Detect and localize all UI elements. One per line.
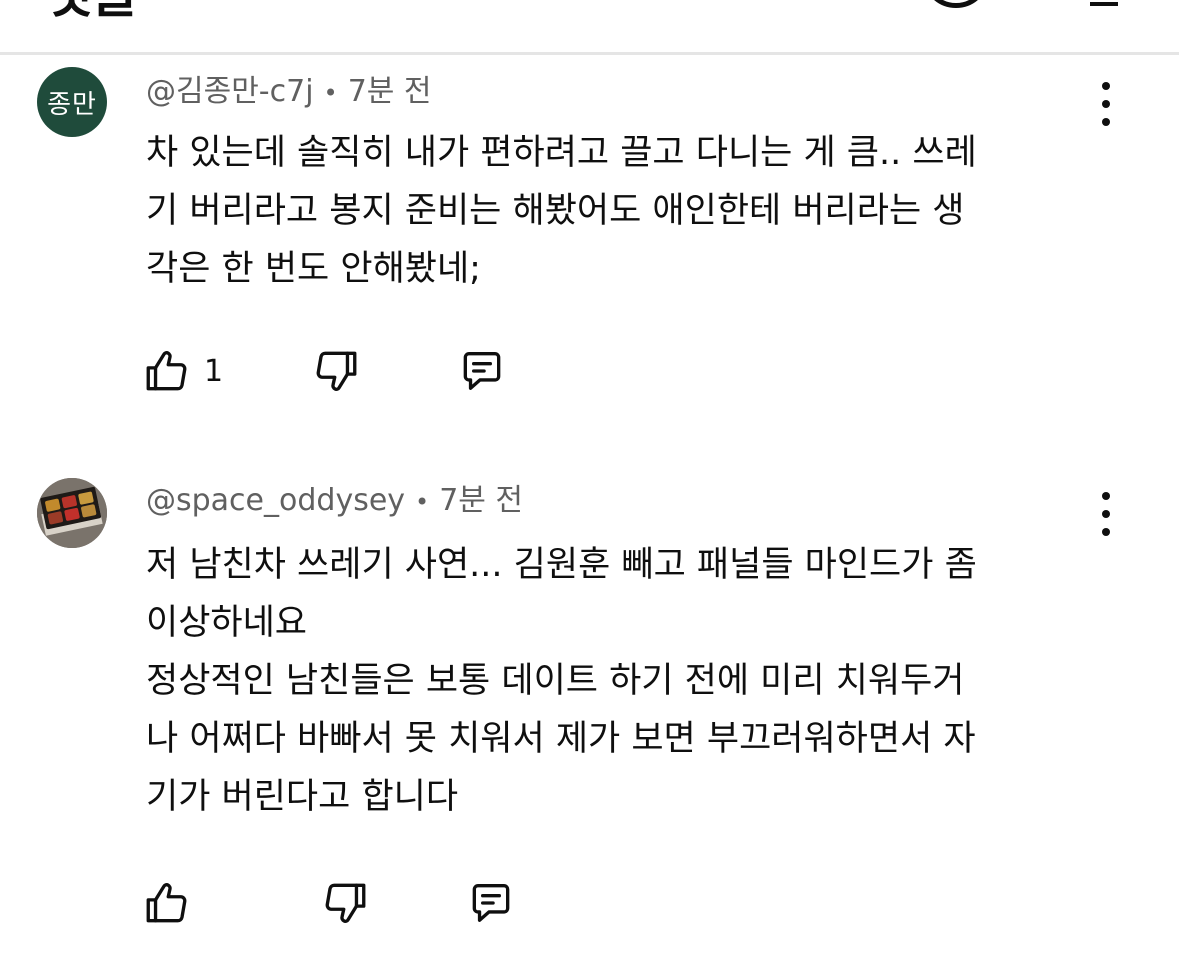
comment-actions: 1 — [142, 344, 507, 398]
thumbs-up-icon — [146, 351, 187, 391]
chocolate-box-image — [37, 478, 107, 548]
circle-icon[interactable] — [922, 0, 990, 8]
comment-author[interactable]: @space_oddysey — [146, 483, 405, 518]
reply-icon — [463, 352, 501, 390]
comment-time: 7분 전 — [347, 74, 432, 109]
like-button[interactable] — [142, 878, 204, 928]
dislike-button[interactable] — [311, 346, 361, 396]
thumbs-down-icon — [325, 883, 366, 923]
close-icon[interactable] — [1090, 0, 1118, 6]
like-button[interactable]: 1 — [142, 346, 223, 396]
avatar[interactable] — [37, 478, 107, 548]
comment-time: 7분 전 — [439, 483, 524, 518]
meta-separator: • — [415, 488, 430, 516]
more-vert-icon[interactable] — [1092, 82, 1120, 126]
comment-line: 저 남친차 쓰레기 사연... 김원훈 빼고 패널들 마인드가 좀 — [146, 545, 977, 585]
comment-meta: @김종만-c7j • 7분 전 — [146, 72, 432, 112]
comment-line: 기가 버린다고 합니다 — [146, 777, 459, 817]
reply-button[interactable] — [457, 346, 507, 396]
thumbs-down-icon — [316, 351, 357, 391]
comment-actions — [142, 876, 516, 930]
comment-text: 저 남친차 쓰레기 사연... 김원훈 빼고 패널들 마인드가 좀 이상하네요 … — [146, 536, 1086, 826]
comment-line: 차 있는데 솔직히 내가 편하려고 끌고 다니는 게 큼.. 쓰레 — [146, 133, 977, 173]
comment-line: 기 버리라고 봉지 준비는 해봤어도 애인한테 버리라는 생 — [146, 191, 965, 231]
comment-meta: @space_oddysey • 7분 전 — [146, 481, 523, 521]
comment-line: 각은 한 번도 안해봤네; — [146, 249, 481, 289]
reply-button[interactable] — [466, 878, 516, 928]
comment-line: 정상적인 남친들은 보통 데이트 하기 전에 미리 치워두거 — [146, 661, 965, 701]
comment-author[interactable]: @김종만-c7j — [146, 74, 314, 109]
meta-separator: • — [323, 79, 338, 107]
avatar-initials: 종만 — [47, 89, 97, 120]
dislike-button[interactable] — [320, 878, 370, 928]
comment-line: 이상하네요 — [146, 603, 308, 643]
reply-icon — [472, 884, 510, 922]
like-count: 1 — [204, 353, 224, 389]
thumbs-up-icon — [146, 883, 187, 923]
divider — [0, 52, 1179, 55]
avatar[interactable]: 종만 — [37, 67, 107, 137]
page-title: 댓글 — [46, 0, 138, 20]
more-vert-icon[interactable] — [1092, 492, 1120, 536]
comment-text: 차 있는데 솔직히 내가 편하려고 끌고 다니는 게 큼.. 쓰레 기 버리라고… — [146, 124, 1086, 298]
comment-line: 나 어쩌다 바빠서 못 치워서 제가 보면 부끄러워하면서 자 — [146, 719, 976, 759]
header-bar: 댓글 — [0, 0, 1179, 52]
